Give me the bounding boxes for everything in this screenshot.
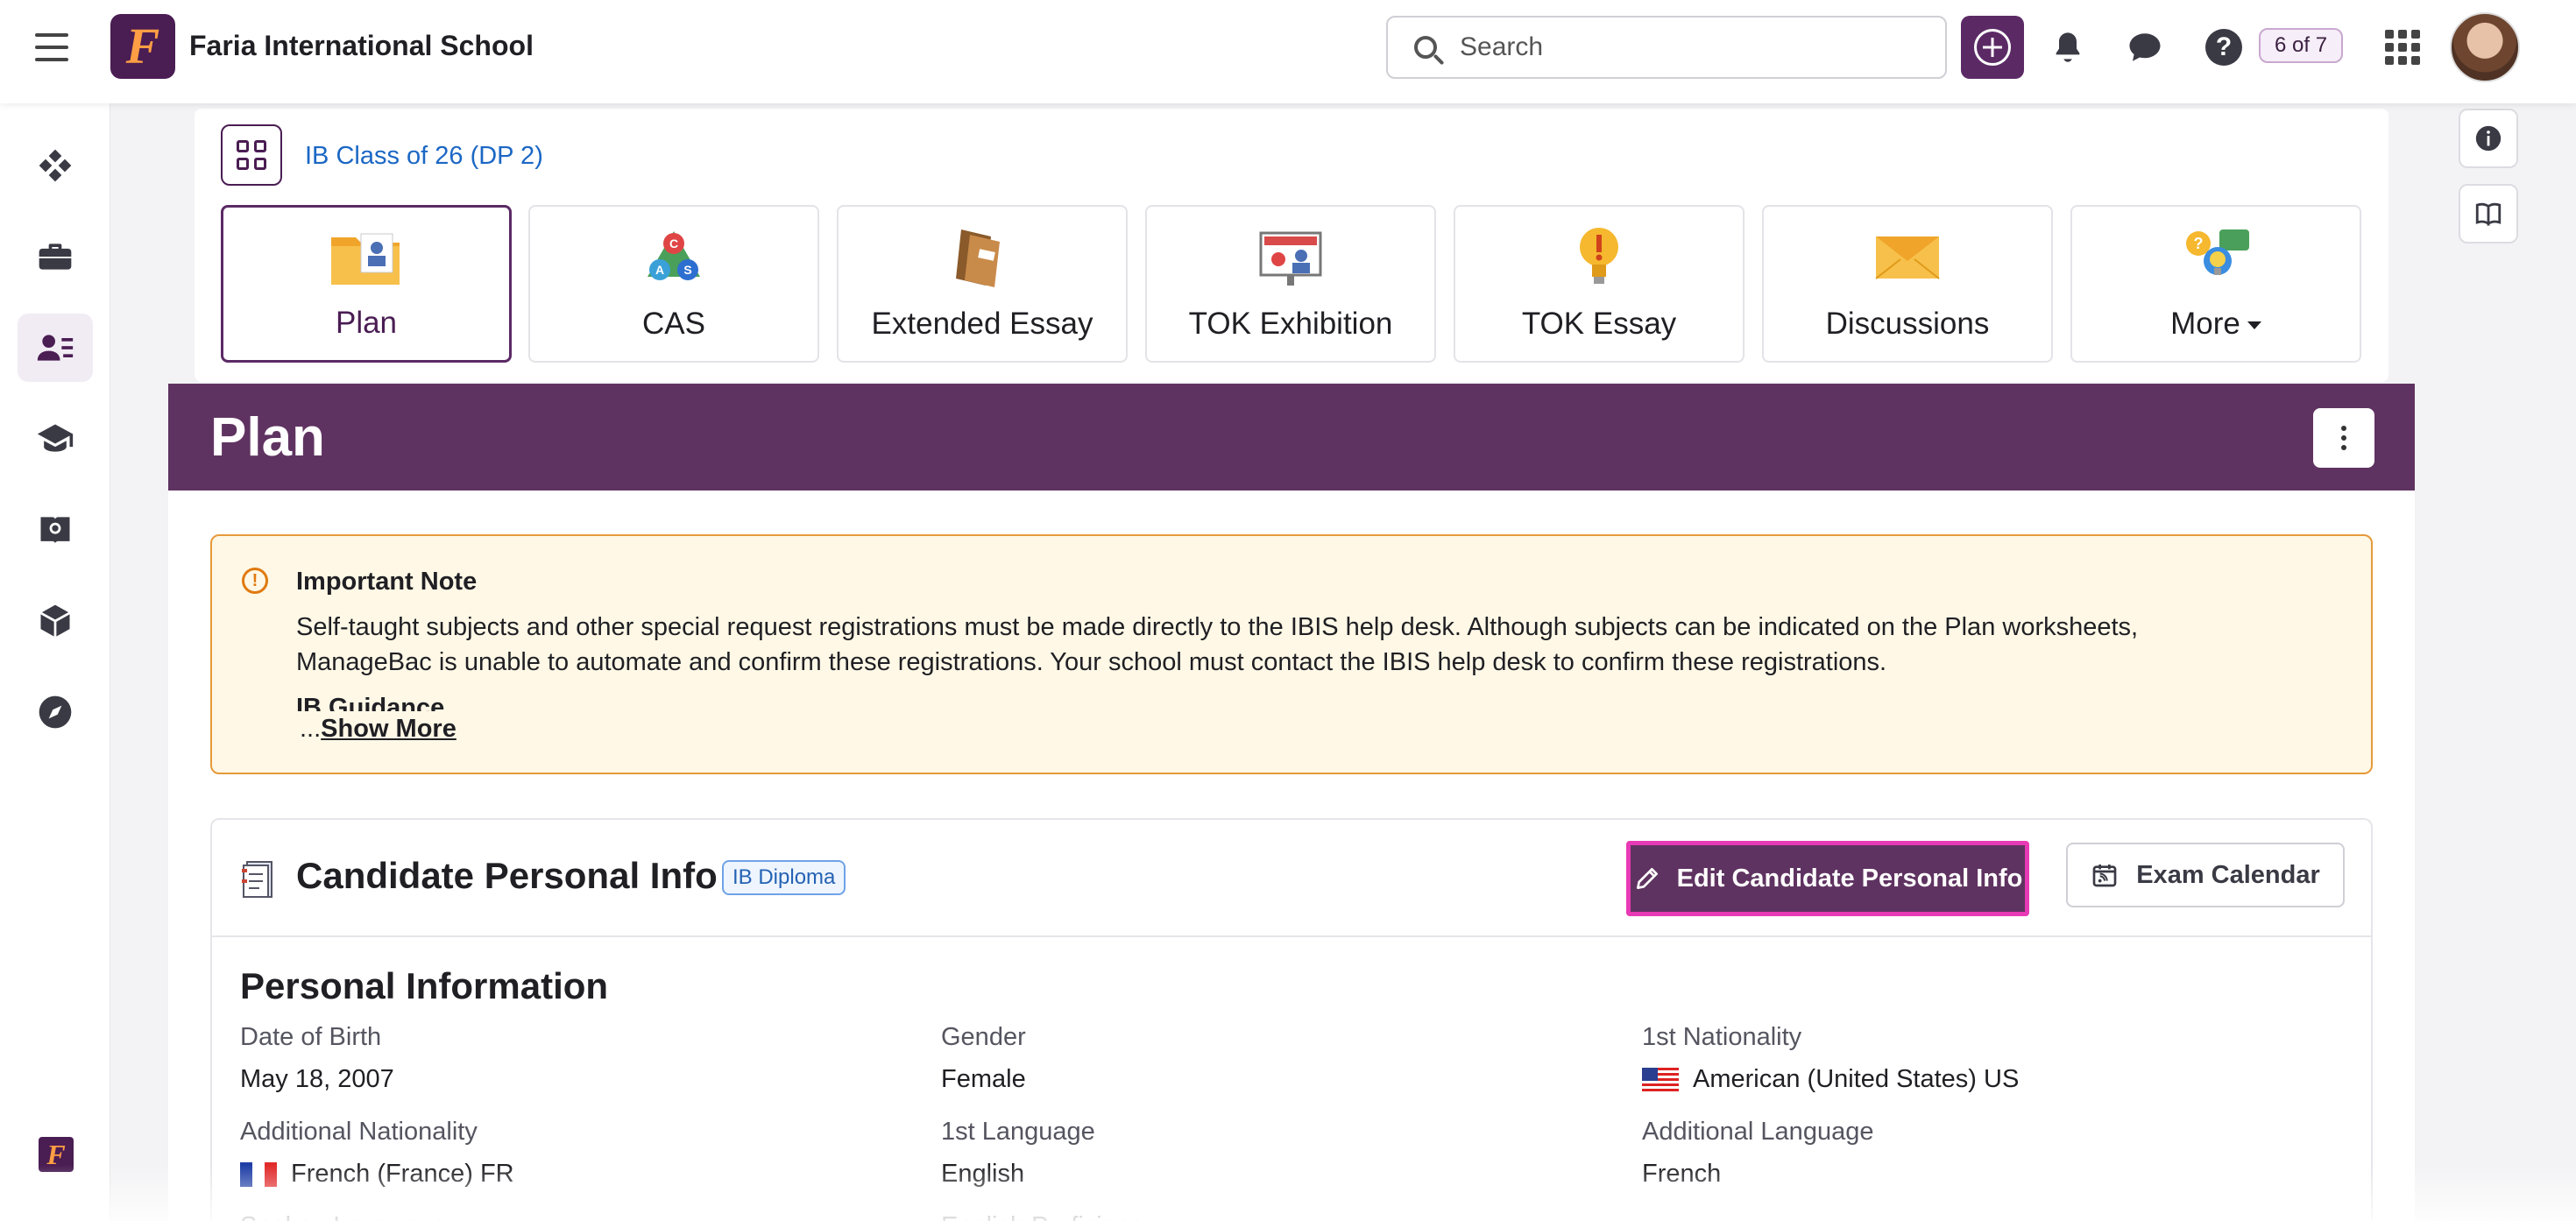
label-english-proficiency: English Proficiency	[941, 1212, 1156, 1221]
class-link[interactable]: IB Class of 26 (DP 2)	[305, 142, 543, 171]
value-gender: Female	[941, 1065, 1026, 1093]
logo-letter: F	[125, 18, 160, 74]
svg-text:S: S	[683, 263, 691, 277]
add-button[interactable]	[1961, 16, 2024, 79]
candidate-info-card: Candidate Personal Info IB Diploma Edit …	[210, 818, 2373, 1221]
label-additional-language: Additional Language	[1642, 1118, 1874, 1146]
show-more: ...Show More	[300, 715, 462, 744]
tab-tok-essay[interactable]: TOK Essay	[1454, 205, 1744, 363]
exam-calendar-button[interactable]: Exam Calendar	[2066, 843, 2345, 907]
tab-discussions[interactable]: Discussions	[1762, 205, 2053, 363]
value-date-of-birth: May 18, 2007	[240, 1065, 394, 1093]
school-name[interactable]: Faria International School	[189, 30, 534, 62]
label-additional-nationality: Additional Nationality	[240, 1118, 478, 1146]
calendar-feed-icon	[2092, 865, 2117, 887]
plus-icon	[1974, 29, 2011, 66]
class-navigation-card: IB Class of 26 (DP 2) Plan C A S CAS Ext…	[195, 109, 2388, 382]
plan-folder-icon	[331, 233, 400, 285]
warning-icon: !	[242, 568, 268, 594]
france-flag-icon	[240, 1161, 277, 1187]
candidate-info-header: Candidate Personal Info IB Diploma Edit …	[212, 820, 2371, 937]
sidebar-cube-icon[interactable]	[18, 587, 93, 655]
class-grid-icon[interactable]	[221, 124, 282, 186]
page-counter-badge[interactable]: 6 of 7	[2259, 28, 2344, 63]
page-banner: Plan	[168, 384, 2415, 491]
exhibition-icon	[1259, 231, 1322, 286]
chat-bulb-icon: ?	[2186, 229, 2249, 275]
sidebar-book-globe-icon[interactable]	[18, 496, 93, 564]
show-more-link[interactable]: Show More	[321, 715, 456, 743]
sidebar-graduation-cap-icon[interactable]	[18, 405, 93, 473]
value-additional-nationality: French (France) FR	[240, 1160, 514, 1189]
svg-text:?: ?	[2194, 235, 2204, 252]
sidebar-compass-icon[interactable]	[18, 678, 93, 746]
lightbulb-icon	[1580, 228, 1618, 284]
open-book-icon[interactable]	[2459, 184, 2518, 243]
school-logo[interactable]: F	[110, 14, 175, 79]
label-first-language: 1st Language	[941, 1118, 1095, 1146]
main-panel: ! Important Note Self-taught subjects an…	[168, 491, 2415, 1221]
apps-grid-icon[interactable]	[2385, 30, 2420, 65]
tab-tok-exhibition[interactable]: TOK Exhibition	[1145, 205, 1436, 363]
label-gender: Gender	[941, 1023, 1026, 1051]
search-input[interactable]	[1460, 32, 1915, 62]
label-spoken-language: Spoken Language	[240, 1212, 446, 1221]
top-bar: F Faria International School ? 6 of 7	[0, 0, 2576, 103]
hamburger-menu-icon[interactable]	[35, 33, 68, 61]
label-date-of-birth: Date of Birth	[240, 1023, 382, 1051]
sidebar-briefcase-icon[interactable]	[18, 222, 93, 291]
sidebar-students-icon[interactable]	[18, 314, 93, 382]
usa-flag-icon	[1642, 1067, 1679, 1092]
sidebar: F	[0, 103, 110, 1221]
notifications-bell-icon[interactable]	[2047, 26, 2089, 68]
search-box[interactable]	[1386, 16, 1947, 79]
cas-icon: C A S	[648, 231, 700, 280]
notebook-icon	[242, 861, 272, 898]
messages-chat-icon[interactable]	[2124, 26, 2166, 68]
svg-text:A: A	[655, 263, 664, 277]
more-options-icon[interactable]	[2313, 408, 2374, 468]
user-avatar[interactable]	[2450, 12, 2520, 82]
value-first-nationality: American (United States) US	[1642, 1065, 2019, 1094]
envelope-icon	[1875, 236, 1940, 279]
label-first-nationality: 1st Nationality	[1642, 1023, 1802, 1051]
ib-diploma-badge: IB Diploma	[722, 860, 846, 895]
svg-text:C: C	[669, 236, 678, 251]
chevron-down-icon	[2247, 321, 2261, 330]
note-guidance-heading: IB Guidance	[296, 694, 445, 711]
sidebar-faria-logo[interactable]: F	[39, 1137, 74, 1172]
edit-candidate-info-button[interactable]: Edit Candidate Personal Info	[1626, 841, 2029, 916]
search-icon	[1414, 36, 1437, 59]
tab-cas[interactable]: C A S CA S	[528, 205, 819, 363]
help-icon[interactable]: ?	[2203, 26, 2245, 68]
pencil-icon	[1636, 868, 1658, 889]
value-first-language: English	[941, 1160, 1025, 1188]
value-additional-language: French	[1642, 1160, 1722, 1188]
section-title-personal-info: Personal Information	[240, 965, 609, 1006]
important-note: ! Important Note Self-taught subjects an…	[210, 534, 2373, 774]
sidebar-dashboard-icon[interactable]	[18, 131, 93, 200]
tab-extended-essay[interactable]: Extended Essay	[837, 205, 1128, 363]
candidate-info-title: Candidate Personal Info	[296, 855, 718, 896]
note-body: Self-taught subjects and other special r…	[296, 613, 2139, 676]
tab-plan[interactable]: Plan	[221, 205, 512, 363]
info-icon[interactable]	[2459, 109, 2518, 168]
note-title: Important Note	[296, 568, 478, 596]
tab-more[interactable]: ? More	[2070, 205, 2361, 363]
page-title: Plan	[210, 407, 325, 468]
books-icon	[956, 229, 1000, 287]
